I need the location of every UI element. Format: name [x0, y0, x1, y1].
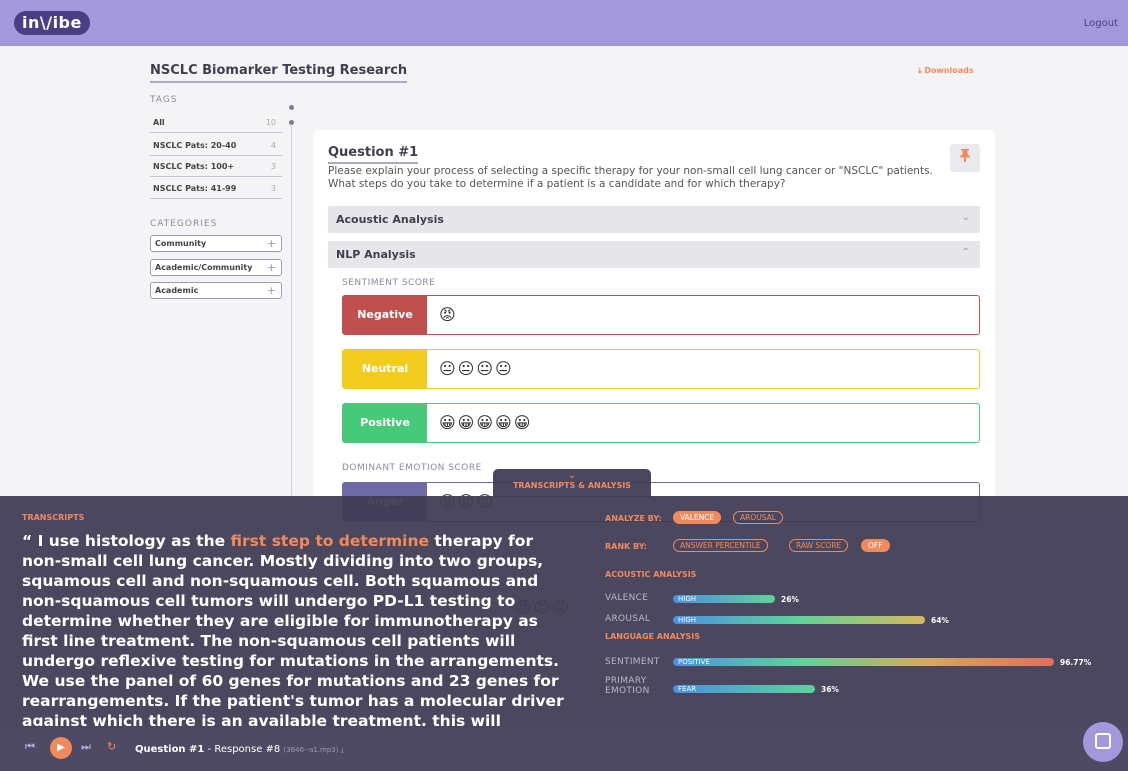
plus-icon[interactable]: +	[267, 284, 276, 297]
sentiment-percent: 96.77%	[1060, 658, 1092, 667]
acoustic-analysis-accordion[interactable]: Acoustic Analysis ⌄	[328, 206, 980, 233]
transcript-rest: therapy for non-small cell lung cancer. …	[22, 532, 564, 726]
chat-icon	[1095, 733, 1111, 749]
sentiment-negative-row: Negative 😡	[342, 295, 980, 335]
invibe-logo[interactable]: in\/ibe	[14, 11, 90, 35]
chevron-down-icon: ⌄	[568, 471, 576, 481]
analyze-valence-toggle[interactable]: VALENCE	[673, 511, 722, 524]
category-academic[interactable]: Academic +	[150, 282, 282, 299]
category-label: Academic	[155, 286, 199, 295]
audio-file-download[interactable]: (3646--a1.mp3) ⤓	[283, 746, 343, 754]
chat-button[interactable]	[1083, 722, 1123, 762]
smiling-face-icon: 😀😀😀😀😀	[439, 413, 533, 432]
arousal-percent: 64%	[931, 616, 949, 625]
sentiment-bar-label: POSITIVE	[678, 658, 710, 666]
pin-icon[interactable]	[950, 144, 980, 172]
transcript-text: “ I use histology as the first step to d…	[22, 531, 572, 726]
acoustic-analysis-heading: ACOUSTIC ANALYSIS	[605, 570, 697, 579]
transcript-prefix: “ I use histology as the	[22, 532, 231, 550]
tag-label: NSCLC Pats: 100+	[153, 162, 235, 171]
accordion-label: NLP Analysis	[336, 248, 416, 261]
angry-face-icon: 😡	[439, 305, 458, 324]
negative-label: Negative	[343, 296, 427, 334]
question-text: Please explain your process of selecting…	[328, 165, 933, 190]
valence-label: VALENCE	[605, 593, 649, 603]
rank-raw-score-toggle[interactable]: RAW SCORE	[789, 539, 849, 552]
next-track-icon[interactable]: ⏭	[81, 740, 91, 754]
previous-track-icon[interactable]: ⏮	[25, 740, 35, 754]
tags-heading: TAGS	[150, 95, 178, 105]
primary-emotion-bar: FEAR	[673, 685, 815, 693]
now-playing-response: - Response #8	[204, 744, 281, 755]
arousal-bar: HIGH	[673, 616, 925, 624]
rank-off-toggle[interactable]: OFF	[861, 539, 890, 552]
category-academic-community[interactable]: Academic/Community +	[150, 259, 282, 276]
neutral-label: Neutral	[343, 350, 427, 388]
tag-nsclc-41-99[interactable]: NSCLC Pats: 41-99 3	[150, 178, 282, 199]
page-title: NSCLC Biomarker Testing Research	[150, 63, 408, 83]
question-title: Question #1	[328, 145, 419, 164]
analyze-by-label: ANALYZE BY:	[605, 514, 662, 523]
neutral-face-icon: 😐😐😐😐	[439, 359, 514, 378]
rank-answer-percentile-toggle[interactable]: ANSWER PERCENTILE	[673, 539, 768, 552]
repeat-icon[interactable]: ↻	[107, 740, 116, 753]
top-bar: in\/ibe Logout	[0, 0, 1128, 46]
chevron-up-icon: ⌃	[961, 247, 970, 258]
tag-label: NSCLC Pats: 41-99	[153, 184, 237, 193]
transcripts-tab[interactable]: ⌄ TRANSCRIPTS & ANALYSIS	[493, 469, 651, 497]
language-analysis-heading: LANGUAGE ANALYSIS	[605, 632, 701, 641]
category-label: Community	[155, 239, 207, 248]
downloads-link[interactable]: ⤓ Downloads	[918, 66, 974, 76]
arousal-bar-label: HIGH	[678, 616, 697, 624]
rank-by-label: RANK BY:	[605, 542, 647, 551]
sentiment-positive-row: Positive 😀😀😀😀😀	[342, 403, 980, 443]
play-icon[interactable]: ▶	[50, 737, 72, 759]
category-community[interactable]: Community +	[150, 235, 282, 252]
sentiment-score-heading: SENTIMENT SCORE	[342, 278, 436, 288]
audio-player: ⏮ ▶ ⏭ ↻ Question #1 - Response #8 (3646-…	[0, 728, 1128, 771]
primary-emotion-percent: 36%	[821, 685, 839, 694]
transcripts-panel: TRANSCRIPTS “ I use histology as the fir…	[0, 496, 1128, 728]
tag-count: 4	[270, 141, 276, 150]
timeline-dot	[289, 105, 294, 110]
sentiment-bar: POSITIVE	[673, 658, 1054, 666]
now-playing: Question #1 - Response #8 (3646--a1.mp3)…	[135, 744, 344, 755]
primary-emotion-label-line1: PRIMARY	[605, 676, 647, 686]
dominant-emotion-heading: DOMINANT EMOTION SCORE	[342, 463, 482, 473]
category-label: Academic/Community	[155, 263, 253, 272]
tag-label: NSCLC Pats: 20-40	[153, 141, 237, 150]
accordion-label: Acoustic Analysis	[336, 213, 444, 226]
plus-icon[interactable]: +	[267, 261, 276, 274]
transcript-highlight: first step to determine	[230, 532, 429, 550]
timeline-dot	[289, 120, 294, 125]
analyze-arousal-toggle[interactable]: AROUSAL	[733, 511, 783, 524]
valence-bar: HIGH	[673, 595, 775, 603]
tag-count: 10	[265, 118, 276, 127]
tag-all[interactable]: All 10	[150, 112, 282, 133]
tag-count: 3	[270, 184, 276, 193]
valence-percent: 26%	[781, 595, 799, 604]
sentiment-neutral-row: Neutral 😐😐😐😐	[342, 349, 980, 389]
tag-label: All	[153, 118, 165, 127]
primary-emotion-bar-label: FEAR	[678, 685, 697, 693]
now-playing-question: Question #1	[135, 744, 205, 755]
sentiment-label: SENTIMENT	[605, 657, 660, 667]
arousal-label: AROUSAL	[605, 614, 651, 624]
tag-count: 3	[270, 162, 276, 171]
nlp-analysis-accordion[interactable]: NLP Analysis ⌃	[328, 241, 980, 268]
primary-emotion-label-line2: EMOTION	[605, 686, 650, 696]
tag-nsclc-100-plus[interactable]: NSCLC Pats: 100+ 3	[150, 156, 282, 177]
chevron-down-icon: ⌄	[961, 212, 970, 223]
plus-icon[interactable]: +	[267, 237, 276, 250]
transcripts-heading: TRANSCRIPTS	[22, 513, 85, 522]
tag-nsclc-20-40[interactable]: NSCLC Pats: 20-40 4	[150, 135, 282, 156]
primary-emotion-label: PRIMARY EMOTION	[605, 676, 650, 696]
timeline-line	[291, 126, 292, 506]
logout-link[interactable]: Logout	[1084, 18, 1118, 29]
positive-label: Positive	[343, 404, 427, 442]
transcripts-tab-label: TRANSCRIPTS & ANALYSIS	[512, 481, 632, 490]
categories-heading: CATEGORIES	[150, 219, 218, 229]
valence-bar-label: HIGH	[678, 595, 697, 603]
